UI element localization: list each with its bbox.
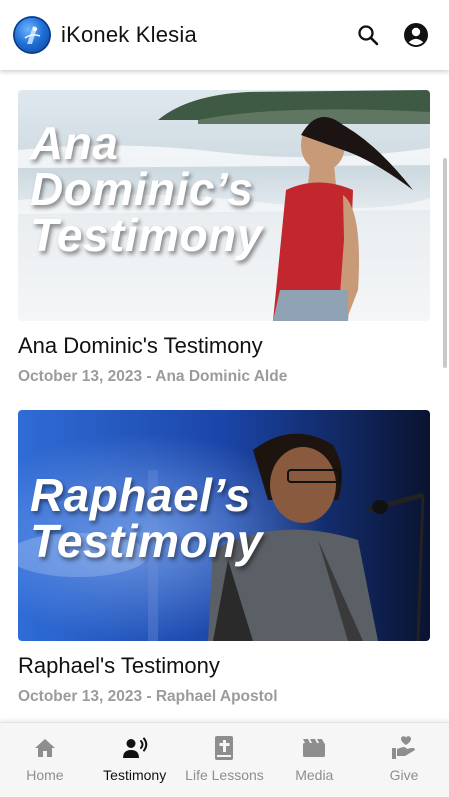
thumbnail-text: Ana [30,117,119,169]
testimony-feed[interactable]: Ana Dominic’s Testimony Ana Dominic's Te… [0,70,449,722]
nav-label: Give [389,767,419,783]
app-header: iKonek Klesia [0,0,449,70]
thumbnail-text: Testimony [30,209,263,261]
nav-item-media[interactable]: Media [270,723,359,783]
app-title: iKonek Klesia [61,22,197,47]
giving-hand-heart-icon [391,735,417,761]
nav-label: Life Lessons [185,767,264,783]
church-logo-icon[interactable] [13,16,51,54]
thumbnail-text: Raphael’s [30,469,251,521]
home-icon [32,735,58,761]
nav-item-home[interactable]: Home [0,723,89,783]
nav-label: Testimony [103,767,167,783]
nav-label: Home [26,767,64,783]
nav-item-give[interactable]: Give [360,723,449,783]
post-thumbnail[interactable]: Raphael’s Testimony [18,410,430,641]
thumbnail-text: Testimony [30,515,263,567]
bottom-nav: Home Testimony Life Lessons Media Give [0,722,449,797]
post-title[interactable]: Ana Dominic's Testimony [18,333,430,359]
film-icon [301,735,327,761]
nav-item-testimony[interactable]: Testimony [90,723,179,783]
post-card[interactable]: Raphael’s Testimony Raphael's Testimony … [18,410,430,706]
account-circle-icon[interactable] [403,22,429,48]
scrollbar[interactable] [443,158,447,368]
post-meta: October 13, 2023 - Raphael Apostol [18,688,278,705]
post-thumbnail[interactable]: Ana Dominic’s Testimony [18,90,430,321]
nav-label: Media [295,767,334,783]
testimony-speaker-icon [122,735,148,761]
nav-item-life-lessons[interactable]: Life Lessons [180,723,269,783]
bible-icon [211,735,237,761]
thumbnail-text: Dominic’s [30,163,254,215]
post-card[interactable]: Ana Dominic’s Testimony Ana Dominic's Te… [18,90,430,386]
search-icon[interactable] [355,22,381,48]
post-title[interactable]: Raphael's Testimony [18,653,430,679]
post-meta: October 13, 2023 - Ana Dominic Alde [18,368,288,385]
